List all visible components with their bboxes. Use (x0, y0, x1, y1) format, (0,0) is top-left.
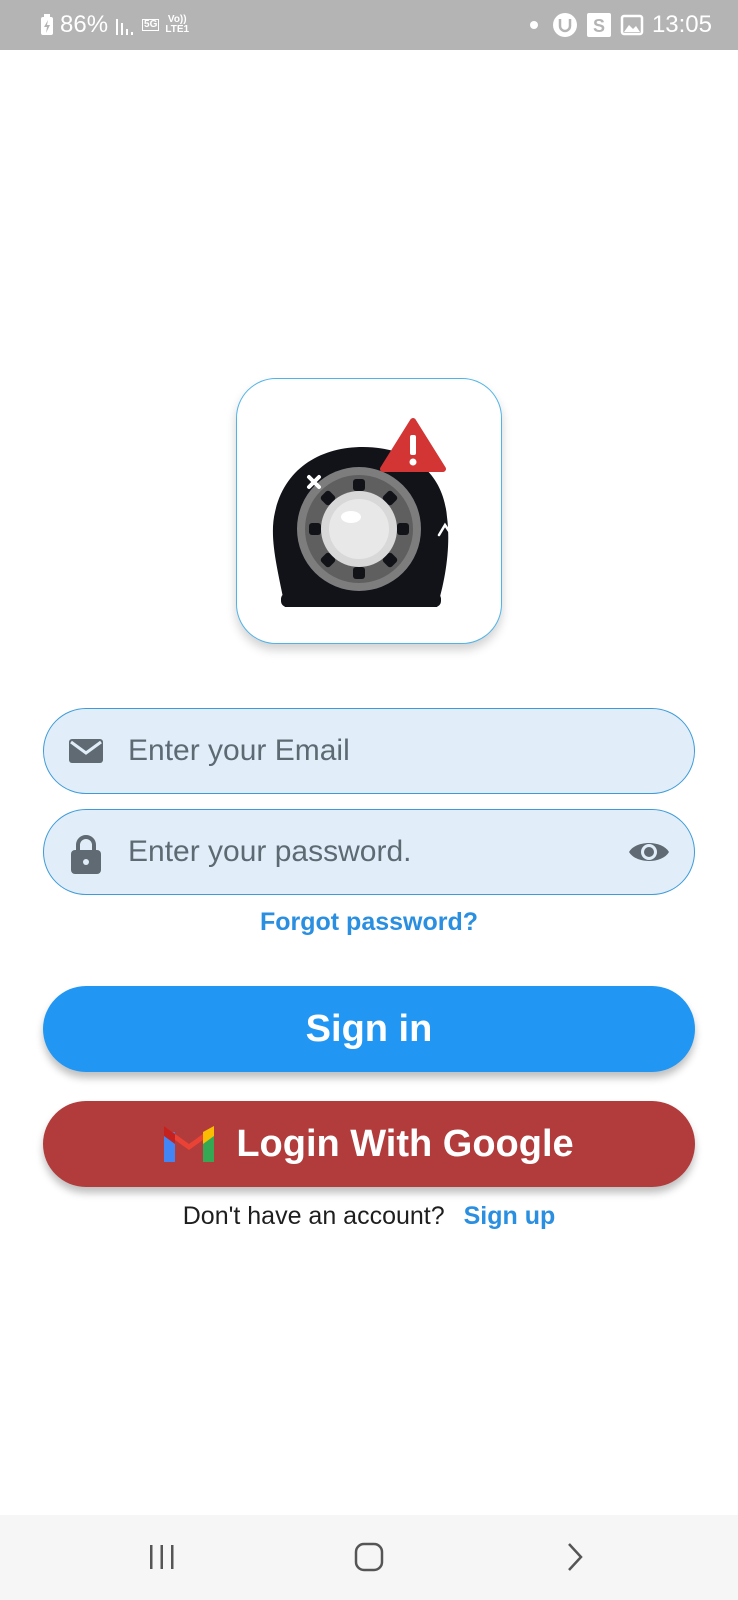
email-input[interactable] (128, 723, 608, 779)
gallery-icon (620, 13, 644, 37)
forgot-password-link[interactable]: Forgot password? (0, 908, 738, 937)
google-login-button[interactable]: Login With Google (43, 1101, 695, 1187)
s-app-icon: S (586, 12, 612, 38)
u-app-icon (552, 12, 578, 38)
sign-up-link[interactable]: Sign up (464, 1202, 556, 1230)
no-account-text: Don't have an account? (182, 1202, 445, 1230)
lock-icon (68, 834, 104, 879)
eye-icon[interactable] (628, 837, 670, 872)
gmail-icon (164, 1126, 215, 1162)
svg-text:S: S (593, 16, 605, 36)
home-icon[interactable] (339, 1537, 399, 1577)
sign-in-label: Sign in (305, 1007, 433, 1050)
signup-row: Don't have an account? Sign up (0, 1202, 738, 1231)
password-input[interactable] (128, 824, 608, 880)
notification-dot (529, 21, 538, 29)
status-bar: 86% 5G Vo)) LTE1 S 13:05 (0, 0, 738, 50)
signal-icon (114, 15, 136, 35)
recent-apps-icon[interactable] (132, 1537, 192, 1577)
back-icon[interactable] (545, 1537, 605, 1577)
battery-charging-icon (40, 14, 54, 36)
mail-icon (68, 733, 104, 774)
app-logo (236, 378, 502, 644)
clock: 13:05 (651, 11, 712, 38)
navigation-bar (0, 1515, 738, 1600)
email-field[interactable] (43, 708, 695, 794)
password-field[interactable] (43, 809, 695, 895)
network-type: 5G (142, 19, 160, 31)
volte-indicator: Vo)) LTE1 (165, 14, 190, 35)
battery-percentage: 86% (60, 11, 109, 38)
sign-in-button[interactable]: Sign in (43, 986, 695, 1072)
tire-warning-icon (272, 418, 457, 607)
google-login-label: Login With Google (236, 1122, 574, 1165)
